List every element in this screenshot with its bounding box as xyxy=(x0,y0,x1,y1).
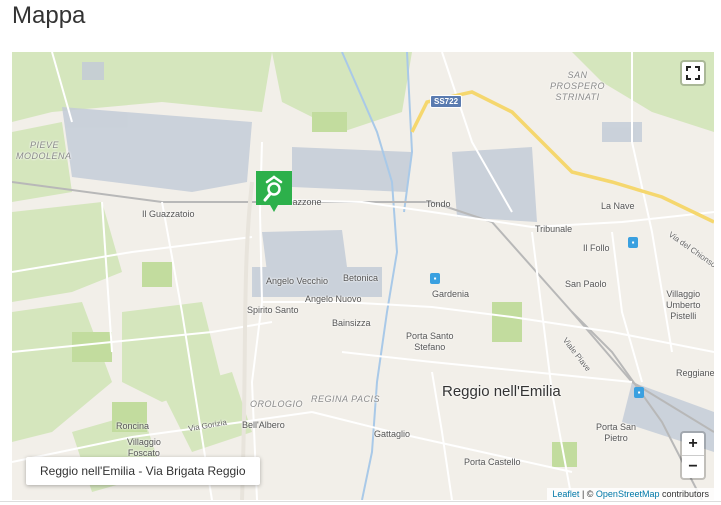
label-villaggio-umberto-pistelli: Villaggio Umberto Pistelli xyxy=(666,289,701,321)
label-tondo: Tondo xyxy=(426,199,451,209)
osm-link[interactable]: OpenStreetMap xyxy=(596,489,660,499)
label-gardenia: Gardenia xyxy=(432,289,470,299)
location-popup: Reggio nell'Emilia - Via Brigata Reggio xyxy=(26,457,260,485)
zoom-out-button[interactable]: − xyxy=(682,455,704,478)
label-gattaglio: Gattaglio xyxy=(374,429,411,439)
fullscreen-button[interactable] xyxy=(680,60,706,86)
road-shield-ss722: SS722 xyxy=(430,95,463,108)
label-spirito-santo: Spirito Santo xyxy=(247,305,299,315)
label-betonica: Betonica xyxy=(343,273,379,283)
page-title: Mappa xyxy=(12,2,86,29)
train-station-icon: ▪ xyxy=(634,387,644,398)
label-roncina: Roncina xyxy=(116,421,150,431)
fullscreen-icon xyxy=(686,66,700,80)
zoom-control: + − xyxy=(680,431,706,480)
label-il-guazzatoio: Il Guazzatoio xyxy=(142,209,195,219)
label-porta-castello: Porta Castello xyxy=(464,457,521,467)
label-porta-san-pietro: Porta San Pietro xyxy=(596,422,637,443)
label-il-follo: Il Follo xyxy=(583,243,610,253)
label-bainsizza: Bainsizza xyxy=(332,318,371,328)
label-orologio: OROLOGIO xyxy=(250,399,304,409)
label-angelo-nuovo: Angelo Nuovo xyxy=(305,294,362,304)
divider xyxy=(0,501,721,502)
label-reggiane: Reggiane xyxy=(676,368,714,378)
label-city: Reggio nell'Emilia xyxy=(442,383,561,400)
train-station-icon: ▪ xyxy=(628,237,638,248)
label-tribunale: Tribunale xyxy=(535,224,573,234)
label-la-nave: La Nave xyxy=(601,201,635,211)
label-porta-santo-stefano: Porta Santo Stefano xyxy=(406,331,454,352)
zoom-in-button[interactable]: + xyxy=(682,433,704,455)
label-pieve-modolena: PIEVE MODOLENA xyxy=(16,140,72,161)
leaflet-link[interactable]: Leaflet xyxy=(552,489,579,499)
map[interactable]: SAN PROSPERO STRINATI PIEVE MODOLENA SS7… xyxy=(12,52,714,500)
location-marker-icon[interactable] xyxy=(253,168,295,216)
map-attribution: Leaflet | © OpenStreetMap contributors xyxy=(547,488,714,500)
label-angelo-vecchio: Angelo Vecchio xyxy=(266,276,329,286)
label-villaggio-foscato: Villaggio Foscato xyxy=(127,437,161,458)
train-station-icon: ▪ xyxy=(430,273,440,284)
attribution-contributors: contributors xyxy=(659,489,709,499)
attribution-separator: | © xyxy=(579,489,596,499)
label-san-paolo: San Paolo xyxy=(565,279,607,289)
label-regina-pacis: REGINA PACIS xyxy=(311,394,381,404)
label-san-prospero-strinati: SAN PROSPERO STRINATI xyxy=(550,70,606,102)
label-bell-albero: Bell'Albero xyxy=(242,420,285,430)
